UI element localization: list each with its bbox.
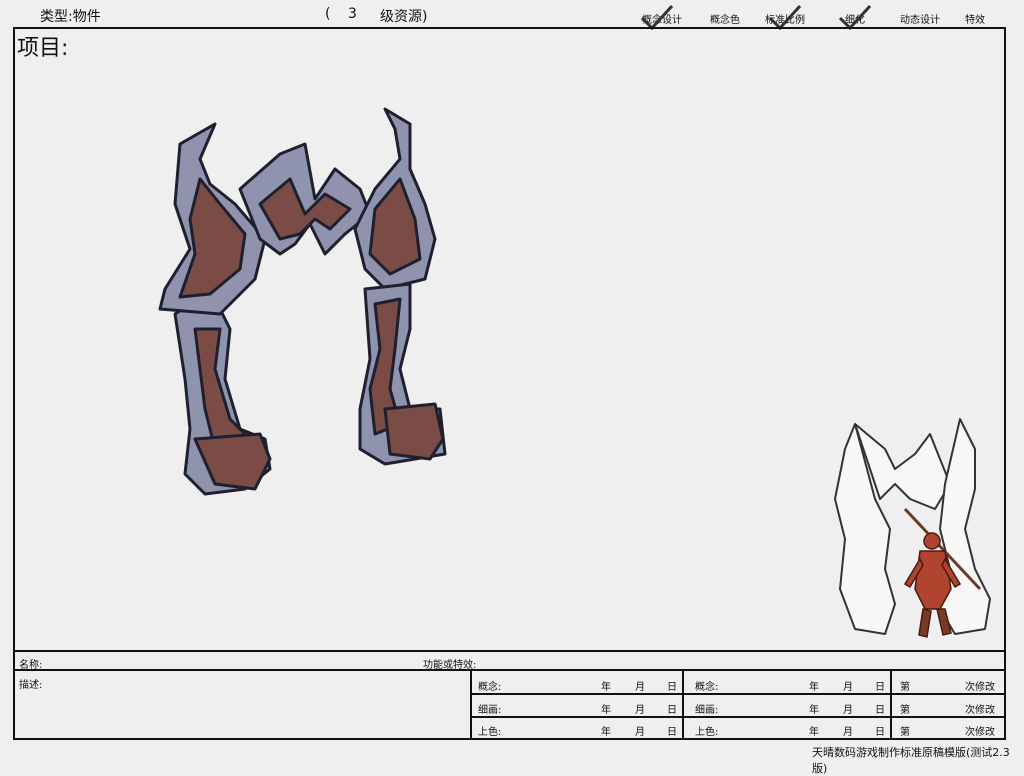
col2-color-label: 上色: <box>695 727 719 738</box>
date-day: 日 <box>667 705 677 716</box>
level-text: 级资源) <box>380 9 428 25</box>
date-month: 月 <box>843 705 853 716</box>
date-month: 月 <box>843 682 853 693</box>
revision-suffix: 次修改 <box>965 727 995 738</box>
revision-prefix: 第 <box>900 705 910 716</box>
date-month: 月 <box>843 727 853 738</box>
col1-concept-label: 概念: <box>478 682 502 693</box>
col1-detail-label: 细画: <box>478 705 502 716</box>
date-year: 年 <box>809 727 819 738</box>
col2-concept-label: 概念: <box>695 682 719 693</box>
date-month: 月 <box>635 682 645 693</box>
function-label: 功能或特效: <box>423 660 477 671</box>
form-row-border <box>472 693 1004 695</box>
date-month: 月 <box>635 727 645 738</box>
stage-motion-design: 动态设计 <box>900 15 940 26</box>
date-day: 日 <box>875 705 885 716</box>
date-year: 年 <box>601 727 611 738</box>
name-label: 名称: <box>19 660 43 671</box>
arch-artwork <box>158 107 447 496</box>
revision-suffix: 次修改 <box>965 682 995 693</box>
artwork-canvas <box>158 107 991 638</box>
date-year: 年 <box>601 705 611 716</box>
date-month: 月 <box>635 705 645 716</box>
date-day: 日 <box>667 727 677 738</box>
arch-crown <box>238 142 372 256</box>
form-divider <box>470 671 472 738</box>
level-open: ( <box>325 6 331 22</box>
form-row-border <box>472 716 1004 718</box>
revision-suffix: 次修改 <box>965 705 995 716</box>
date-year: 年 <box>809 682 819 693</box>
form-top-border <box>15 650 1004 652</box>
template-frame: 项目: 名称: 功能或特效: 描述: 概念: 细画: 上色: 年 月 日 年 月… <box>13 27 1006 740</box>
date-day: 日 <box>667 682 677 693</box>
stage-concept-color: 概念色 <box>710 15 740 26</box>
date-year: 年 <box>601 682 611 693</box>
form-divider <box>682 671 684 738</box>
stage-effects: 特效 <box>965 15 985 26</box>
level-number: 3 <box>348 6 357 22</box>
date-year: 年 <box>809 705 819 716</box>
form-divider <box>890 671 892 738</box>
revision-prefix: 第 <box>900 682 910 693</box>
description-label: 描述: <box>19 680 43 691</box>
type-label: 类型:物件 <box>40 9 101 25</box>
form-name-row-border <box>15 669 1004 671</box>
date-day: 日 <box>875 727 885 738</box>
col2-detail-label: 细画: <box>695 705 719 716</box>
arch-lineart-thumbnail <box>834 418 991 635</box>
template-footer: 天晴数码游戏制作标准原稿模版(测试2.3版) <box>812 746 1010 775</box>
col1-color-label: 上色: <box>478 727 502 738</box>
date-day: 日 <box>875 682 885 693</box>
revision-prefix: 第 <box>900 727 910 738</box>
